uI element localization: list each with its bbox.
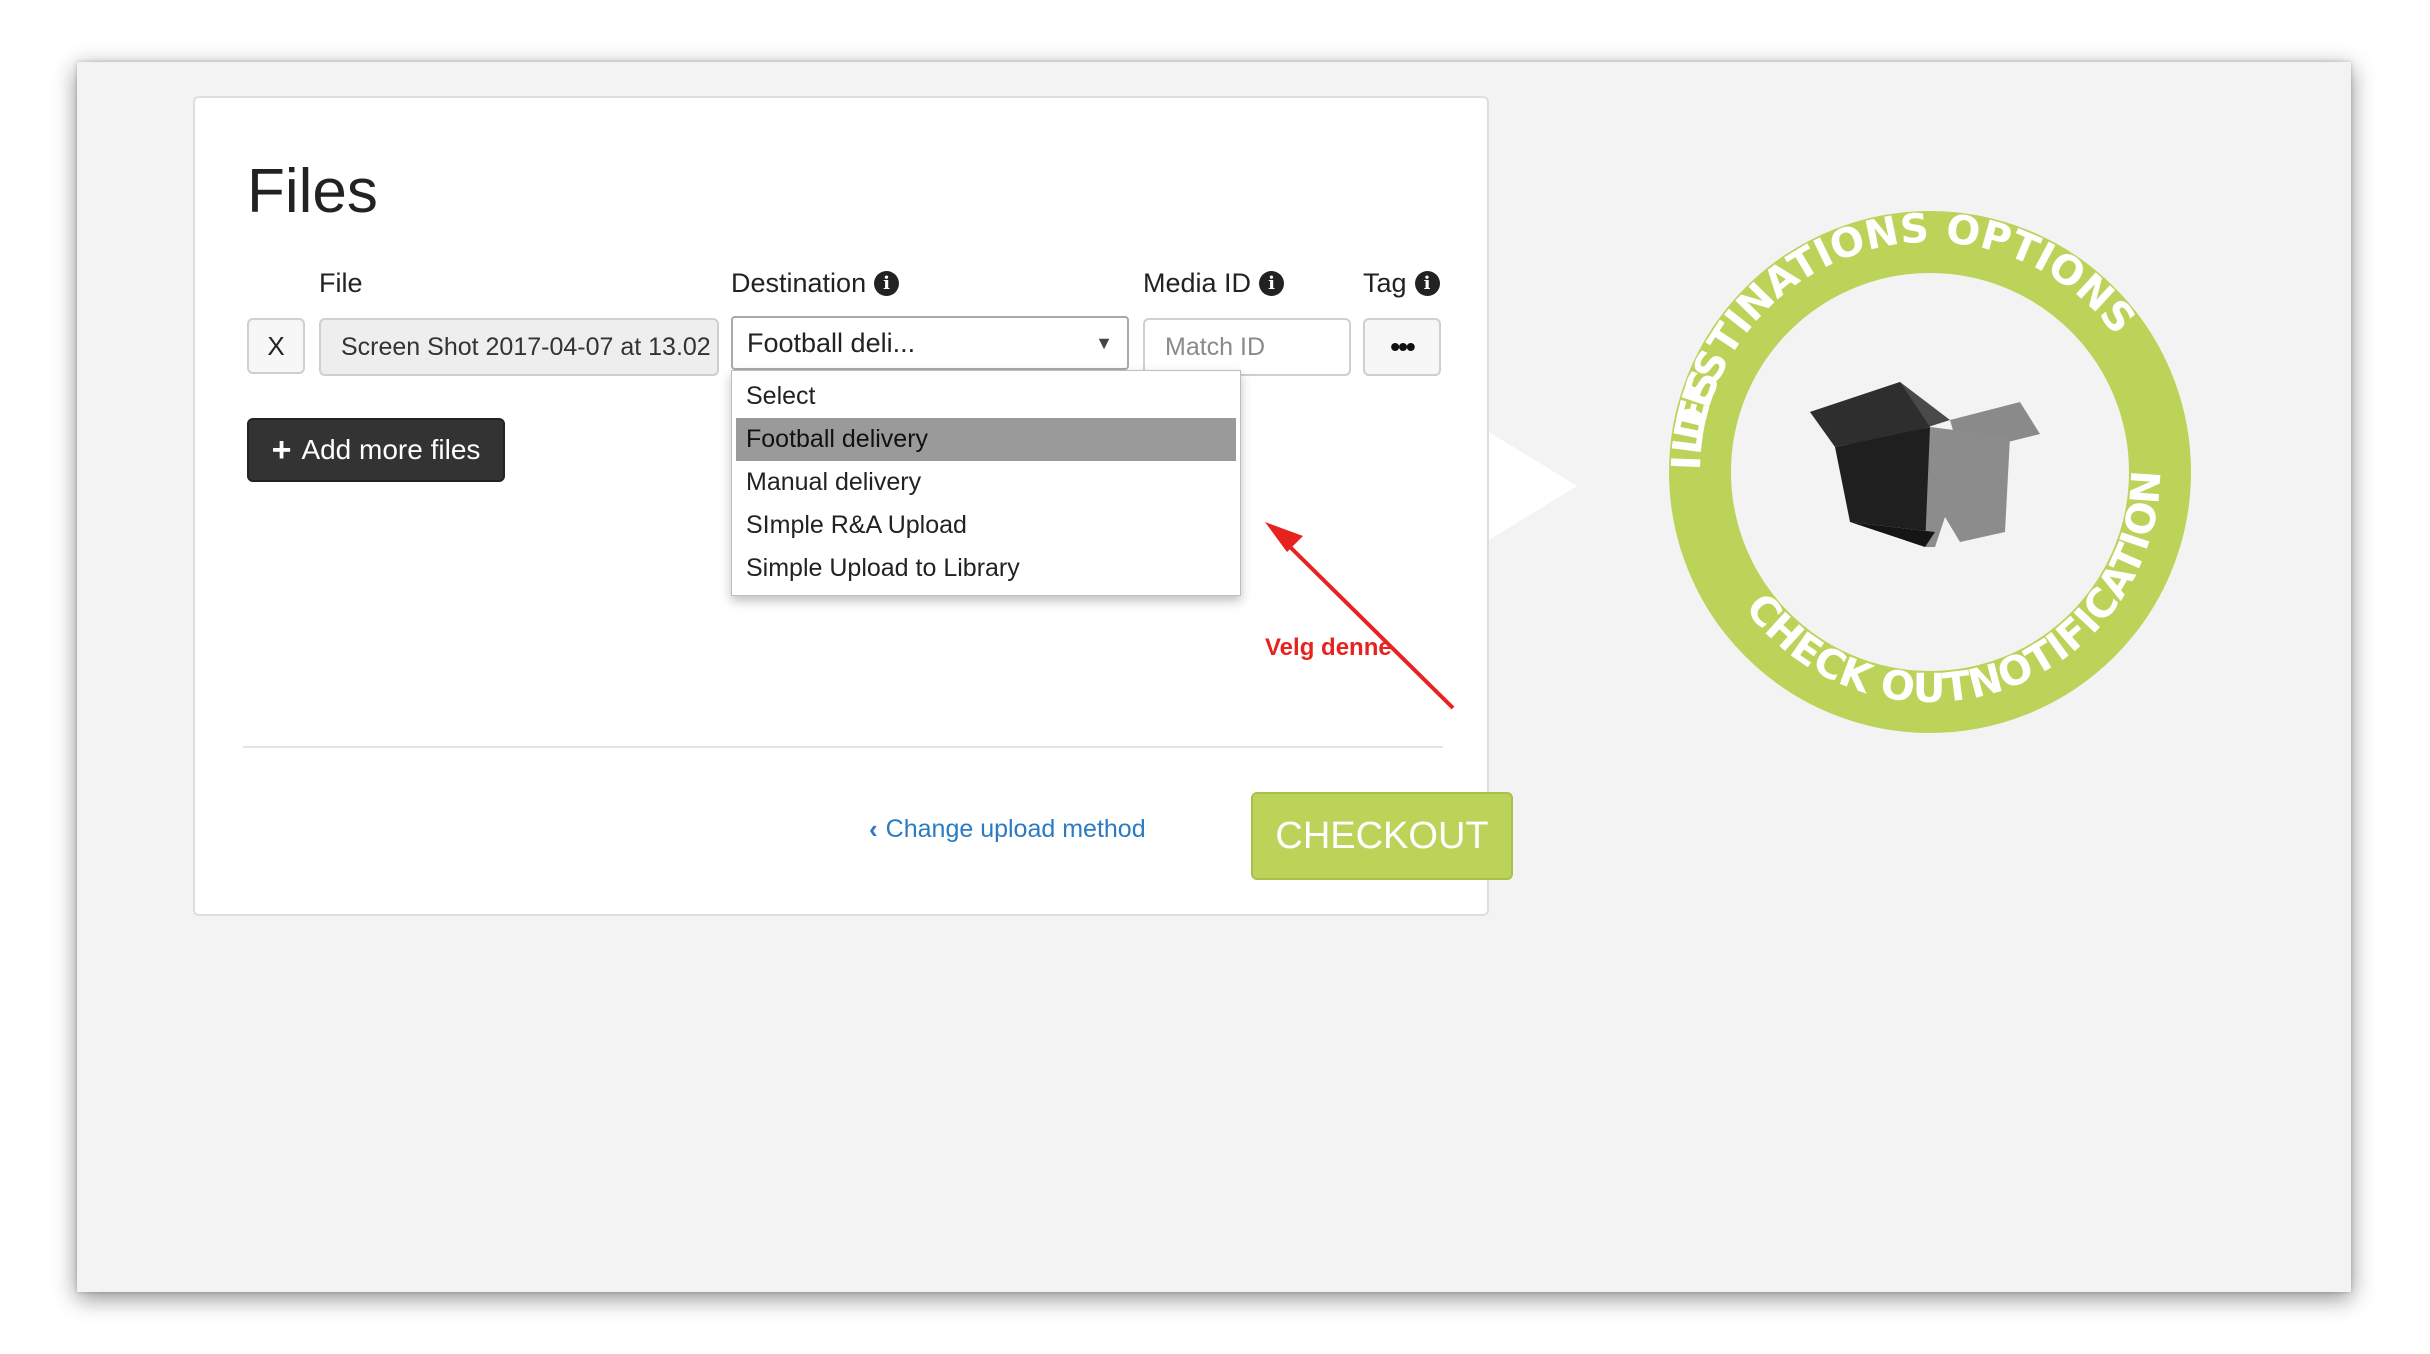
column-header-destination-label: Destination (731, 268, 867, 298)
column-header-file: File (319, 268, 363, 299)
tag-menu-button[interactable]: ••• (1363, 318, 1441, 376)
dropdown-option-manual-delivery[interactable]: Manual delivery (736, 461, 1236, 504)
column-header-tag: Tag i (1363, 268, 1440, 299)
destination-dropdown: Select Football delivery Manual delivery… (731, 370, 1241, 596)
panel-pointer (1489, 432, 1577, 540)
annotation-label: Velg denne (1265, 634, 1392, 661)
destination-select-value: Football deli... (747, 327, 916, 358)
chevron-left-icon: ‹ (869, 814, 878, 844)
checkout-button[interactable]: CHECKOUT (1251, 792, 1513, 880)
open-box-icon (1810, 382, 2040, 547)
change-upload-method-link[interactable]: ‹ Change upload method (869, 814, 1146, 845)
column-header-file-label: File (319, 268, 363, 298)
column-header-media-id-label: Media ID (1143, 268, 1252, 298)
add-more-files-button[interactable]: + Add more files (247, 418, 505, 482)
column-header-destination: Destination i (731, 268, 900, 299)
dropdown-option-simple-upload-library[interactable]: Simple Upload to Library (736, 547, 1236, 590)
destination-select[interactable]: Football deli... ▼ (731, 316, 1129, 370)
column-header-tag-label: Tag (1363, 268, 1407, 298)
info-icon[interactable]: i (1414, 271, 1440, 296)
annotation-arrow-head (1265, 522, 1303, 552)
info-icon[interactable]: i (1259, 271, 1285, 296)
files-panel: Files File Destination i Media ID i Tag … (193, 96, 1513, 916)
divider (243, 746, 1443, 748)
media-id-input[interactable] (1143, 318, 1351, 376)
dropdown-option-select[interactable]: Select (736, 375, 1236, 418)
app-frame: Files File Destination i Media ID i Tag … (77, 62, 2351, 1292)
dropdown-option-simple-ra-upload[interactable]: SImple R&A Upload (736, 504, 1236, 547)
more-icon: ••• (1390, 331, 1415, 362)
plus-icon: + (271, 431, 292, 469)
dropdown-option-football-delivery[interactable]: Football delivery (736, 418, 1236, 461)
remove-file-button[interactable]: X (247, 318, 305, 374)
info-icon[interactable]: i (874, 271, 900, 296)
add-more-files-label: Add more files (301, 434, 481, 465)
annotation-arrow-line (1279, 536, 1455, 710)
file-name-field: Screen Shot 2017-04-07 at 13.02 (319, 318, 719, 376)
column-header-media-id: Media ID i (1143, 268, 1285, 299)
workflow-logo: DESTINATIONS OPTIONS NOTIFICATIONS CHECK… (1660, 202, 2191, 733)
caret-down-icon: ▼ (1095, 332, 1113, 353)
change-upload-method-label: Change upload method (885, 815, 1146, 843)
page-title: Files (247, 157, 378, 226)
logo-ring-label-checkout: CHECK OUT (1736, 585, 1974, 712)
